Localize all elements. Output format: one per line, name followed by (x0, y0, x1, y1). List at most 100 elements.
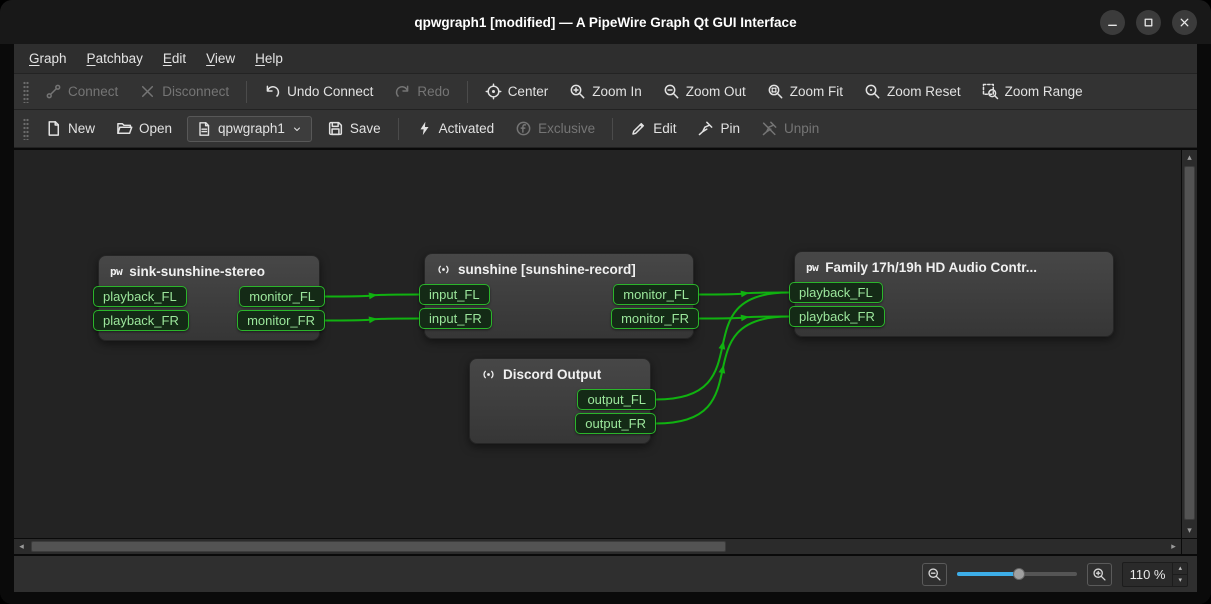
port-playback-fr[interactable]: playback_FR (93, 310, 189, 331)
menu-edit[interactable]: Edit (154, 47, 195, 70)
menu-graph[interactable]: Graph (20, 47, 76, 70)
toolbar-button-center[interactable]: Center (476, 78, 558, 105)
undo-icon (264, 83, 281, 100)
scroll-right-arrow[interactable]: ▸ (1166, 539, 1181, 554)
connect-icon (45, 83, 62, 100)
zoom-slider[interactable] (957, 564, 1077, 584)
toolbar-handle[interactable] (23, 118, 29, 140)
toolbar-button-label: Disconnect (162, 84, 229, 99)
horizontal-scrollbar-thumb[interactable] (31, 541, 726, 552)
port-playback-fl[interactable]: playback_FL (93, 286, 187, 307)
scroll-left-arrow[interactable]: ◂ (14, 539, 29, 554)
toolbar-button-exclusive: Exclusive (506, 115, 604, 142)
minimize-icon (1105, 15, 1120, 30)
port-input-fl[interactable]: input_FL (419, 284, 490, 305)
close-button[interactable] (1172, 10, 1197, 35)
port-playback-fr[interactable]: playback_FR (789, 306, 885, 327)
zoom-spinbox[interactable]: 110 % ▴ ▾ (1122, 562, 1188, 587)
port-monitor-fl[interactable]: monitor_FL (613, 284, 699, 305)
zoom-slider-thumb[interactable] (1013, 568, 1025, 580)
patchbay-selector-combo[interactable]: qpwgraph1 (187, 116, 312, 142)
toolbar-handle[interactable] (23, 81, 29, 103)
close-icon (1177, 15, 1192, 30)
port-monitor-fr[interactable]: monitor_FR (611, 308, 699, 329)
zoom-fit-icon (767, 83, 784, 100)
toolbar-button-label: Unpin (784, 121, 819, 136)
node-header: Discord Output (470, 364, 650, 389)
toolbar-button-undo-connect[interactable]: Undo Connect (255, 78, 382, 105)
toolbar-button-zoom-reset[interactable]: Zoom Reset (855, 78, 970, 105)
port-playback-fl[interactable]: playback_FL (789, 282, 883, 303)
exclusive-icon (515, 120, 532, 137)
speaker-icon (436, 262, 451, 277)
port-input-fr[interactable]: input_FR (419, 308, 492, 329)
toolbar-button-label: Center (508, 84, 549, 99)
patchbay-file-icon (196, 121, 212, 137)
statusbar-zoom-out-button[interactable] (922, 563, 947, 586)
toolbar-button-label: Open (139, 121, 172, 136)
node-title: Discord Output (503, 367, 601, 382)
menu-help[interactable]: Help (246, 47, 292, 70)
toolbar-separator (467, 81, 468, 103)
scroll-down-arrow[interactable]: ▾ (1182, 523, 1197, 538)
spin-up-button[interactable]: ▴ (1173, 563, 1187, 575)
toolbar-button-zoom-fit[interactable]: Zoom Fit (758, 78, 852, 105)
zoom-in-icon (1092, 567, 1107, 582)
window-title: qpwgraph1 [modified] — A PipeWire Graph … (0, 15, 1211, 30)
zoom-slider-fill (957, 572, 1019, 576)
port-spacer (1103, 282, 1113, 303)
toolbar-button-zoom-out[interactable]: Zoom Out (654, 78, 755, 105)
toolbar-button-label: Zoom Fit (790, 84, 843, 99)
port-output-fr[interactable]: output_FR (575, 413, 656, 434)
pin-icon (697, 120, 714, 137)
toolbar-button-label: Exclusive (538, 121, 595, 136)
toolbar-button-open[interactable]: Open (107, 115, 181, 142)
patchbay-selector-value: qpwgraph1 (218, 121, 285, 136)
maximize-button[interactable] (1136, 10, 1161, 35)
toolbar-button-save[interactable]: Save (318, 115, 390, 142)
minimize-button[interactable] (1100, 10, 1125, 35)
node-header: pwFamily 17h/19h HD Audio Contr... (795, 257, 1113, 282)
maximize-icon (1141, 15, 1156, 30)
toolbar-separator (398, 118, 399, 140)
toolbar-button-pin[interactable]: Pin (688, 115, 749, 142)
vertical-scrollbar-thumb[interactable] (1184, 166, 1195, 520)
scrollbar-corner (1182, 539, 1197, 554)
activated-icon (416, 120, 433, 137)
zoom-out-icon (663, 83, 680, 100)
menu-patchbay[interactable]: Patchbay (78, 47, 152, 70)
disconnect-icon (139, 83, 156, 100)
port-spacer (470, 413, 480, 434)
menu-view[interactable]: View (197, 47, 244, 70)
port-monitor-fr[interactable]: monitor_FR (237, 310, 325, 331)
vertical-scrollbar[interactable]: ▴ ▾ (1182, 150, 1197, 538)
window-controls (1100, 10, 1211, 35)
port-spacer (470, 389, 480, 410)
toolbar-separator (612, 118, 613, 140)
node-sink[interactable]: pwsink-sunshine-stereoplayback_FLmonitor… (98, 255, 320, 341)
scroll-up-arrow[interactable]: ▴ (1182, 150, 1197, 165)
graph-canvas[interactable]: pwsink-sunshine-stereoplayback_FLmonitor… (14, 150, 1181, 538)
toolbar-graph-commands: ConnectDisconnectUndo ConnectRedoCenterZ… (14, 74, 1197, 110)
horizontal-scrollbar[interactable]: ◂ ▸ (14, 539, 1181, 554)
port-monitor-fl[interactable]: monitor_FL (239, 286, 325, 307)
node-sunshine[interactable]: sunshine [sunshine-record]input_FLmonito… (424, 253, 694, 339)
toolbar-button-label: Undo Connect (287, 84, 373, 99)
toolbar-button-label: Zoom Out (686, 84, 746, 99)
toolbar-button-new[interactable]: New (36, 115, 104, 142)
spin-down-button[interactable]: ▾ (1173, 575, 1187, 586)
toolbar-button-edit[interactable]: Edit (621, 115, 685, 142)
toolbar-button-unpin: Unpin (752, 115, 828, 142)
node-discord[interactable]: Discord Outputoutput_FLoutput_FR (469, 358, 651, 444)
statusbar-zoom-in-button[interactable] (1087, 563, 1112, 586)
redo-icon (394, 83, 411, 100)
port-output-fl[interactable]: output_FL (577, 389, 656, 410)
chevron-down-icon (291, 123, 303, 135)
toolbar-button-activated[interactable]: Activated (407, 115, 504, 142)
toolbar-button-zoom-range[interactable]: Zoom Range (973, 78, 1092, 105)
node-family[interactable]: pwFamily 17h/19h HD Audio Contr...playba… (794, 251, 1114, 337)
pipewire-icon: pw (110, 265, 122, 278)
toolbar-button-zoom-in[interactable]: Zoom In (560, 78, 651, 105)
zoom-out-icon (927, 567, 942, 582)
titlebar[interactable]: qpwgraph1 [modified] — A PipeWire Graph … (0, 0, 1211, 44)
